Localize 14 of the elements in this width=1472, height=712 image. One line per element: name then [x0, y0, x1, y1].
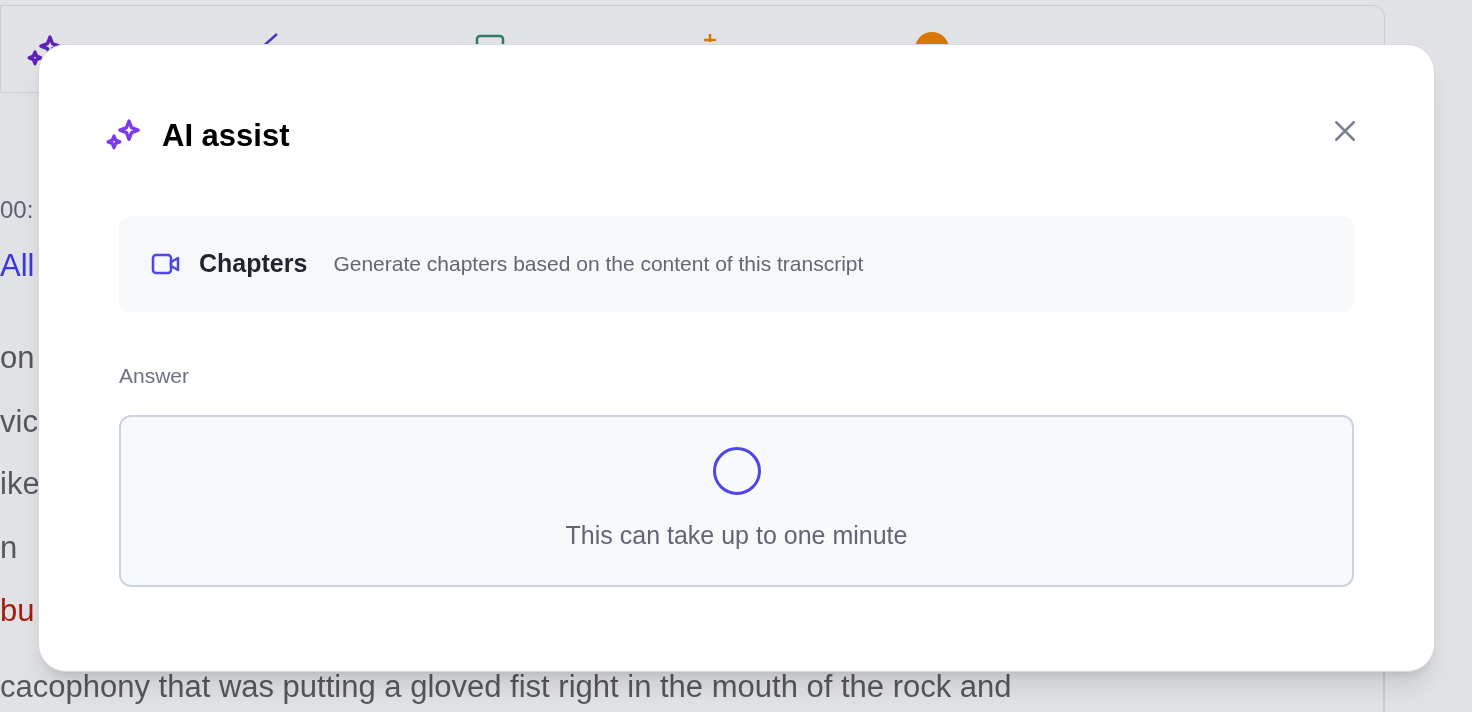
transcript-text: ike [0, 468, 40, 499]
transcript-text: n [0, 532, 18, 563]
task-description: Generate chapters based on the content of this transcript [333, 250, 864, 277]
task-title: Chapters [199, 247, 308, 279]
loading-message: This can take up to one minute [565, 520, 908, 551]
dialog-title: AI assist [162, 117, 290, 155]
transcript-text: vic [0, 406, 38, 437]
transcript-text: on [0, 342, 35, 373]
transcript-text: cacophony that was putting a gloved fist right in the mouth of the rock and [0, 671, 1012, 702]
timestamp: 00: [0, 198, 34, 222]
video-camera-icon [151, 251, 181, 276]
transcript-text: bu [0, 595, 35, 626]
answer-label: Answer [119, 362, 191, 389]
speaker-name: All [0, 250, 35, 281]
